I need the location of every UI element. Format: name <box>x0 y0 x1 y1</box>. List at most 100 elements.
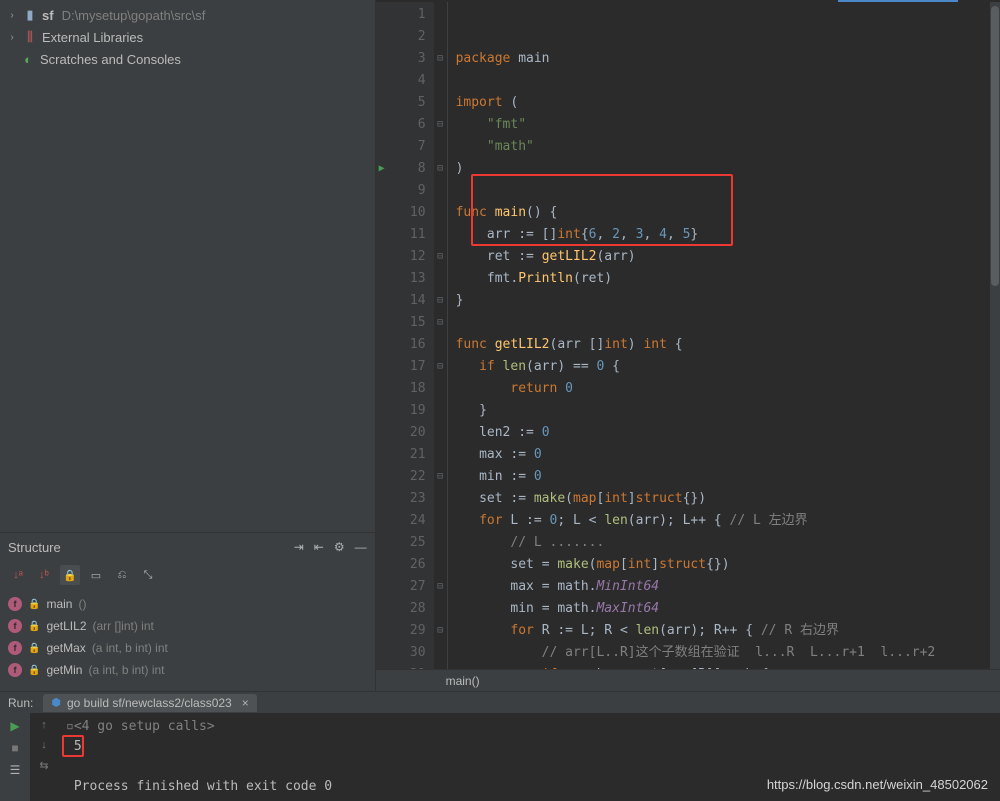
play-icon[interactable]: ▶ <box>10 719 19 733</box>
code-line[interactable]: ret := getLIL2(arr) <box>456 246 1000 268</box>
line-number[interactable]: 21 <box>376 444 426 466</box>
code-content[interactable]: package mainimport ( "fmt" "math")func m… <box>448 2 1000 669</box>
code-line[interactable]: arr := []int{6, 2, 3, 4, 5} <box>456 224 1000 246</box>
code-line[interactable]: "math" <box>456 136 1000 158</box>
expand-icon[interactable]: ⇤ <box>314 540 324 554</box>
line-number[interactable]: 24 <box>376 510 426 532</box>
code-line[interactable]: } <box>456 290 1000 312</box>
structure-item[interactable]: f🔒getMin(a int, b int) int <box>8 659 367 681</box>
line-number[interactable]: 15 <box>376 312 426 334</box>
expand-tree-icon[interactable]: ⤡ <box>138 565 158 585</box>
line-number[interactable]: 4 <box>376 70 426 92</box>
tree-filter-icon[interactable]: ⎌ <box>112 565 132 585</box>
structure-item[interactable]: f🔒getLIL2(arr []int) int <box>8 615 367 637</box>
sort-alpha-icon[interactable]: ↓ᵃ <box>8 565 28 585</box>
line-number[interactable]: 7 <box>376 136 426 158</box>
code-line[interactable]: set := make(map[int]struct{}) <box>456 488 1000 510</box>
folder-filter-icon[interactable]: ▭ <box>86 565 106 585</box>
structure-item[interactable]: f🔒getMax(a int, b int) int <box>8 637 367 659</box>
code-line[interactable]: min = math.MaxInt64 <box>456 598 1000 620</box>
breadcrumb-item[interactable]: main() <box>446 674 480 688</box>
line-number[interactable]: 22 <box>376 466 426 488</box>
line-number[interactable]: 26 <box>376 554 426 576</box>
line-number[interactable]: 6 <box>376 114 426 136</box>
line-number[interactable]: 18 <box>376 378 426 400</box>
line-number[interactable]: 11 <box>376 224 426 246</box>
line-number[interactable]: 31 <box>376 664 426 669</box>
run-config-tab[interactable]: ⬢ go build sf/newclass2/class023 × <box>43 694 256 712</box>
line-number[interactable]: 8▶ <box>376 158 426 180</box>
fold-mark[interactable]: ⊟ <box>434 466 447 488</box>
editor-scrollbar-thumb[interactable] <box>991 6 999 286</box>
code-line[interactable] <box>456 70 1000 92</box>
code-line[interactable]: func getLIL2(arr []int) int { <box>456 334 1000 356</box>
code-line[interactable]: } <box>456 400 1000 422</box>
line-number[interactable]: 20 <box>376 422 426 444</box>
code-line[interactable]: max := 0 <box>456 444 1000 466</box>
line-number[interactable]: 19 <box>376 400 426 422</box>
code-line[interactable]: fmt.Println(ret) <box>456 268 1000 290</box>
filter-lock-icon[interactable]: 🔒 <box>60 565 80 585</box>
chevron-right-icon[interactable]: › <box>6 32 18 43</box>
code-area[interactable]: 12345678▶9101112131415161718192021222324… <box>376 2 1000 669</box>
line-number[interactable]: 9 <box>376 180 426 202</box>
layout-icon[interactable]: ☰ <box>10 763 21 777</box>
line-number[interactable]: 12 <box>376 246 426 268</box>
fold-mark[interactable]: ⊟ <box>434 114 447 136</box>
fold-mark[interactable]: ⊟ <box>434 158 447 180</box>
down-arrow-icon[interactable]: ↓ <box>41 739 47 751</box>
code-line[interactable] <box>456 180 1000 202</box>
scratches-row[interactable]: ◐ Scratches and Consoles <box>0 48 375 70</box>
fold-mark[interactable]: ⊟ <box>434 620 447 642</box>
fold-mark[interactable]: ⊟ <box>434 576 447 598</box>
line-number[interactable]: 16 <box>376 334 426 356</box>
run-gutter-icon[interactable]: ▶ <box>379 158 385 180</box>
line-number[interactable]: 30 <box>376 642 426 664</box>
stop-icon[interactable]: ■ <box>11 741 18 755</box>
line-number[interactable]: 14 <box>376 290 426 312</box>
line-number[interactable]: 13 <box>376 268 426 290</box>
gear-icon[interactable]: ⚙ <box>334 540 345 554</box>
fold-mark[interactable]: ⊟ <box>434 290 447 312</box>
breadcrumb-bar[interactable]: main() <box>376 669 1000 691</box>
line-number[interactable]: 17 <box>376 356 426 378</box>
code-line[interactable]: // L ....... <box>456 532 1000 554</box>
run-output[interactable]: ▫<4 go setup calls> 5 Process finished w… <box>58 713 1000 801</box>
code-line[interactable]: len2 := 0 <box>456 422 1000 444</box>
fold-mark[interactable]: ⊟ <box>434 246 447 268</box>
line-number[interactable]: 25 <box>376 532 426 554</box>
structure-item[interactable]: f🔒main() <box>8 593 367 615</box>
code-line[interactable]: min := 0 <box>456 466 1000 488</box>
code-line[interactable]: // arr[L..R]这个子数组在验证 l...R L...r+1 l...r… <box>456 642 1000 664</box>
fold-mark[interactable]: ⊟ <box>434 48 447 70</box>
line-number[interactable]: 23 <box>376 488 426 510</box>
line-number[interactable]: 10 <box>376 202 426 224</box>
collapse-icon[interactable]: ⇥ <box>294 540 304 554</box>
wrap-icon[interactable]: ⇆ <box>39 759 48 772</box>
close-icon[interactable]: × <box>238 696 249 710</box>
code-line[interactable]: for L := 0; L < len(arr); L++ { // L 左边界 <box>456 510 1000 532</box>
fold-mark[interactable]: ⊟ <box>434 356 447 378</box>
code-line[interactable]: for R := L; R < len(arr); R++ { // R 右边界 <box>456 620 1000 642</box>
code-line[interactable]: if _, ok := set[arr[R]]; ok { <box>456 664 1000 669</box>
line-number[interactable]: 28 <box>376 598 426 620</box>
line-gutter[interactable]: 12345678▶9101112131415161718192021222324… <box>376 2 434 669</box>
external-libs-row[interactable]: › ⫼ External Libraries <box>0 26 375 48</box>
line-number[interactable]: 3 <box>376 48 426 70</box>
code-line[interactable]: if len(arr) == 0 { <box>456 356 1000 378</box>
project-tree[interactable]: › ▮ sf D:\mysetup\gopath\src\sf › ⫼ Exte… <box>0 0 375 532</box>
fold-column[interactable]: ⊟⊟⊟⊟⊟⊟⊟⊟⊟⊟ <box>434 2 448 669</box>
code-line[interactable]: import ( <box>456 92 1000 114</box>
code-line[interactable]: max = math.MinInt64 <box>456 576 1000 598</box>
line-number[interactable]: 1 <box>376 4 426 26</box>
fold-mark[interactable]: ⊟ <box>434 312 447 334</box>
code-line[interactable]: return 0 <box>456 378 1000 400</box>
code-line[interactable]: func main() { <box>456 202 1000 224</box>
code-line[interactable]: set = make(map[int]struct{}) <box>456 554 1000 576</box>
code-line[interactable]: "fmt" <box>456 114 1000 136</box>
sort-visibility-icon[interactable]: ↓ᵇ <box>34 565 54 585</box>
code-line[interactable]: package main <box>456 48 1000 70</box>
hide-icon[interactable]: — <box>355 540 367 554</box>
line-number[interactable]: 5 <box>376 92 426 114</box>
code-line[interactable] <box>456 312 1000 334</box>
